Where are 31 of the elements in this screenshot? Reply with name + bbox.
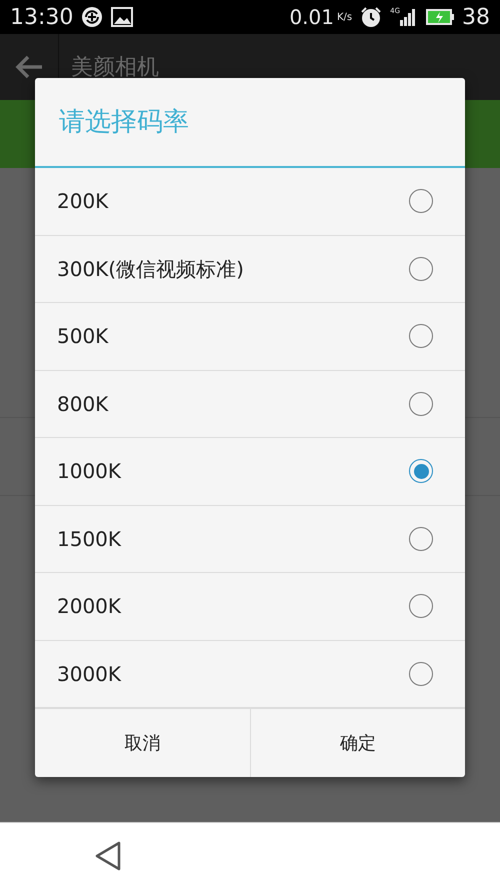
- option-row[interactable]: 2000K: [35, 573, 465, 640]
- radio-button[interactable]: [409, 324, 433, 348]
- option-row[interactable]: 200K: [35, 168, 465, 236]
- clock-time: 13:30: [10, 4, 74, 32]
- radio-button[interactable]: [409, 392, 433, 416]
- battery-charging-icon: [426, 9, 454, 25]
- radio-button[interactable]: [409, 459, 433, 484]
- option-row[interactable]: 500K: [35, 303, 465, 370]
- cancel-button[interactable]: 取消: [35, 709, 250, 777]
- option-row[interactable]: 1500K: [35, 506, 465, 573]
- radio-button[interactable]: [409, 662, 433, 686]
- radio-button[interactable]: [409, 189, 433, 214]
- radio-button[interactable]: [409, 594, 433, 618]
- radio-button[interactable]: [409, 526, 433, 551]
- option-row[interactable]: 1000K: [35, 438, 465, 506]
- battery-level: 38: [462, 4, 490, 32]
- app-title: 美颜相机: [71, 54, 159, 82]
- option-row[interactable]: 300K(微信视频标准): [35, 236, 465, 303]
- signal-icon: [400, 8, 416, 26]
- back-icon[interactable]: [94, 840, 122, 872]
- speed-unit: K/s: [336, 10, 352, 24]
- image-icon: [111, 7, 134, 27]
- back-arrow-icon[interactable]: [14, 54, 44, 80]
- alarm-icon: [360, 6, 382, 28]
- radio-button[interactable]: [409, 256, 433, 281]
- dialog-title: 请选择码率: [59, 106, 189, 138]
- option-row[interactable]: 800K: [35, 370, 465, 438]
- option-row[interactable]: 3000K: [35, 640, 465, 708]
- network-speed: 0.01: [289, 4, 334, 31]
- confirm-button[interactable]: 确定: [250, 709, 465, 777]
- sync-icon: [81, 6, 104, 28]
